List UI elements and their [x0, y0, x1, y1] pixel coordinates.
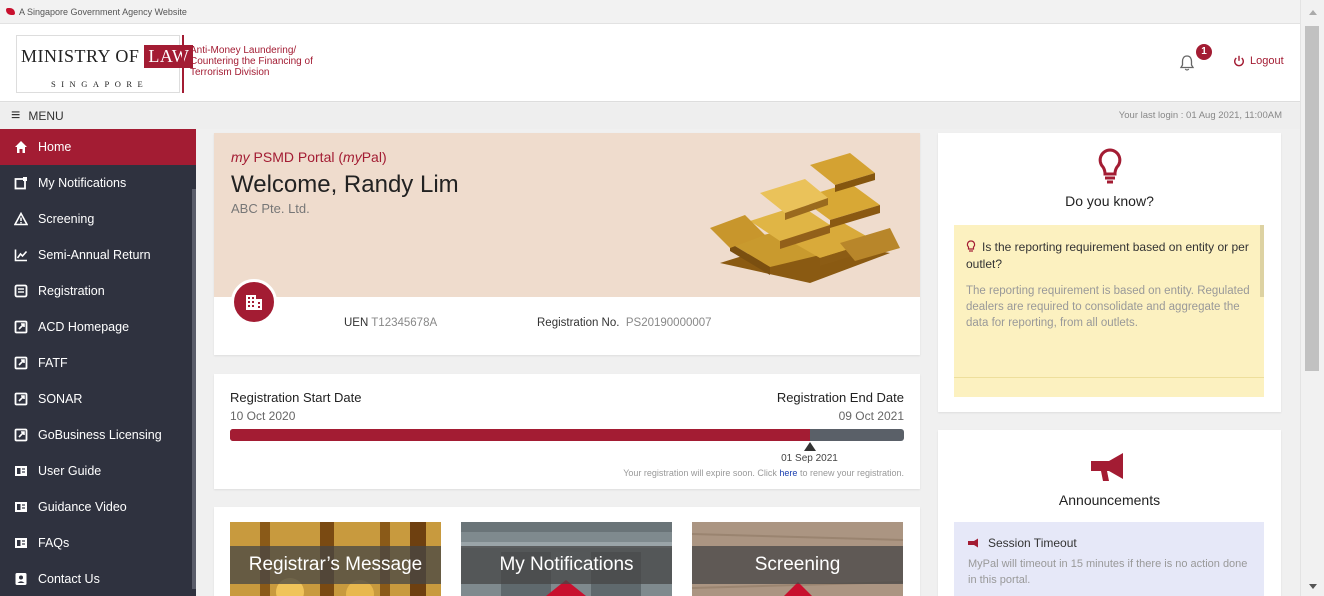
small-megaphone-icon	[968, 538, 978, 548]
notification-count-badge[interactable]: 1	[1196, 44, 1212, 60]
external-link-icon	[14, 392, 28, 406]
do-you-know-title: Do you know?	[1065, 193, 1154, 209]
logo-ministry-text: MINISTRY OF LAW	[21, 45, 194, 68]
announcement-item[interactable]: Session Timeout MyPal will timeout in 15…	[954, 522, 1264, 596]
announcement-item-text: MyPal will timeout in 15 minutes if ther…	[968, 558, 1248, 586]
menu-toggle-button[interactable]: ≡ MENU	[0, 107, 64, 125]
welcome-greeting: Welcome, Randy Lim	[231, 171, 459, 198]
contact-icon	[14, 572, 28, 586]
announcements-card: Announcements Session Timeout MyPal will…	[938, 430, 1281, 596]
hamburger-icon: ≡	[11, 107, 21, 124]
tip-scrollbar[interactable]	[1260, 225, 1264, 297]
division-name: Anti-Money Laundering/ Countering the Fi…	[182, 35, 313, 93]
sidebar-item-screening[interactable]: Screening	[0, 201, 196, 237]
chart-icon	[14, 248, 28, 262]
company-avatar	[231, 279, 277, 325]
gov-masthead: A Singapore Government Agency Website	[0, 0, 1300, 24]
current-date-marker-icon	[803, 442, 816, 451]
logout-label: Logout	[1250, 55, 1284, 67]
book-icon	[14, 464, 28, 478]
menu-label: MENU	[28, 109, 64, 123]
warning-icon	[14, 212, 28, 226]
tip-box[interactable]: Is the reporting requirement based on en…	[954, 225, 1264, 397]
logout-button[interactable]: Logout	[1233, 55, 1284, 67]
scroll-up-arrow-icon[interactable]	[1309, 10, 1317, 15]
announcements-title: Announcements	[1058, 492, 1161, 508]
sidebar-item-fatf[interactable]: FATF	[0, 345, 196, 381]
registration-number-field: Registration No. PS20190000007	[537, 317, 712, 329]
sidebar-item-contact-us[interactable]: Contact Us	[0, 561, 196, 596]
welcome-card: my PSMD Portal (myPal) Welcome, Randy Li…	[214, 133, 920, 355]
do-you-know-card: Do you know? Is the reporting requiremen…	[938, 133, 1281, 412]
lion-head-icon	[6, 8, 15, 15]
sidebar-scrollbar[interactable]	[192, 189, 196, 589]
registration-progress-bar	[230, 429, 904, 441]
renew-link[interactable]: here	[779, 468, 797, 478]
company-name: ABC Pte. Ltd.	[231, 201, 310, 216]
registration-end-label: Registration End Date	[776, 390, 904, 405]
external-link-icon	[14, 320, 28, 334]
announcement-item-title: Session Timeout	[968, 536, 1077, 550]
power-icon	[1234, 55, 1244, 67]
registration-number-value: PS20190000007	[625, 317, 712, 329]
welcome-banner: my PSMD Portal (myPal) Welcome, Randy Li…	[214, 133, 920, 297]
menu-bar: ≡ MENU Your last login : 01 Aug 2021, 11…	[0, 103, 1300, 129]
sidebar-item-semi-annual-return[interactable]: Semi-Annual Return	[0, 237, 196, 273]
megaphone-icon	[1091, 453, 1123, 481]
sidebar-item-sonar[interactable]: SONAR	[0, 381, 196, 417]
registration-start-date: 10 Oct 2020	[230, 409, 296, 423]
sidebar-item-acd-homepage[interactable]: ACD Homepage	[0, 309, 196, 345]
bell-icon[interactable]	[1178, 54, 1196, 72]
gold-bars-image	[710, 153, 900, 283]
sidebar-item-guidance-video[interactable]: Guidance Video	[0, 489, 196, 525]
building-icon	[246, 295, 262, 310]
site-header: MINISTRY OF LAW SINGAPORE Anti-Money Lau…	[0, 24, 1300, 102]
sidebar-item-gobusiness-licensing[interactable]: GoBusiness Licensing	[0, 417, 196, 453]
registration-end-date: 09 Oct 2021	[838, 409, 904, 423]
scroll-down-arrow-icon[interactable]	[1309, 584, 1317, 589]
tile-my-notifications-label: My Notifications	[461, 546, 672, 584]
tip-question: Is the reporting requirement based on en…	[966, 240, 1249, 271]
registration-start-label: Registration Start Date	[230, 390, 362, 405]
uen-field: UEN T12345678A	[344, 317, 438, 329]
external-link-icon	[14, 428, 28, 442]
sidebar-item-user-guide[interactable]: User Guide	[0, 453, 196, 489]
tile-registrars-message-label: Registrar’s Message	[230, 546, 441, 584]
home-icon	[14, 140, 28, 154]
scrollbar-thumb[interactable]	[1305, 26, 1319, 371]
tip-divider	[954, 377, 1264, 378]
sidebar-nav: Home My Notifications Screening Semi-Ann…	[0, 129, 196, 596]
registration-progress-fill	[230, 429, 810, 441]
book-icon	[14, 536, 28, 550]
registration-icon	[14, 284, 28, 298]
expiry-notice: Your registration will expire soon. Clic…	[623, 468, 904, 478]
tile-screening-label: Screening	[692, 546, 903, 584]
tip-answer: The reporting requirement is based on en…	[966, 285, 1250, 329]
page-scrollbar[interactable]	[1300, 0, 1324, 596]
sidebar-item-home[interactable]: Home	[0, 129, 196, 165]
tile-registrars-message[interactable]: Registrar’s Message	[230, 522, 441, 596]
tile-screening[interactable]: Screening	[692, 522, 903, 596]
notifications-icon	[14, 176, 28, 190]
portal-title: my PSMD Portal (myPal)	[231, 149, 387, 165]
sidebar-item-my-notifications[interactable]: My Notifications	[0, 165, 196, 201]
book-icon	[14, 500, 28, 514]
last-login-text: Your last login : 01 Aug 2021, 11:00AM	[1118, 110, 1282, 121]
gov-masthead-text: A Singapore Government Agency Website	[19, 6, 187, 17]
small-lightbulb-icon	[966, 240, 976, 252]
uen-value: T12345678A	[371, 317, 438, 329]
external-link-icon	[14, 356, 28, 370]
lightbulb-icon	[1098, 148, 1122, 184]
current-date-label: 01 Sep 2021	[781, 453, 838, 464]
sidebar-item-registration[interactable]: Registration	[0, 273, 196, 309]
ministry-logo[interactable]: MINISTRY OF LAW SINGAPORE	[16, 35, 194, 93]
sidebar-item-faqs[interactable]: FAQs	[0, 525, 196, 561]
tile-my-notifications[interactable]: My Notifications	[461, 522, 672, 596]
registration-period-card: Registration Start Date 10 Oct 2020 Regi…	[214, 374, 920, 489]
quick-links-card: Registrar’s Message My Notifications Scr…	[214, 507, 920, 596]
logo-country-text: SINGAPORE	[51, 79, 149, 89]
